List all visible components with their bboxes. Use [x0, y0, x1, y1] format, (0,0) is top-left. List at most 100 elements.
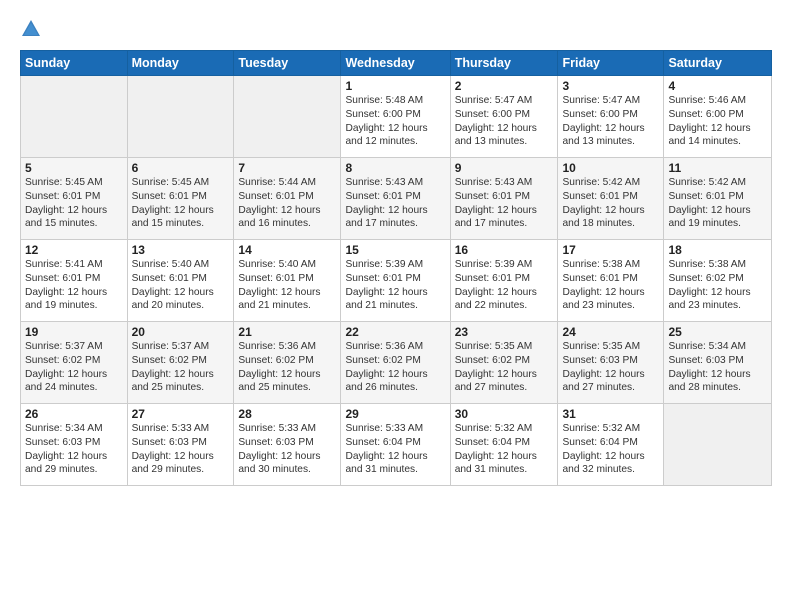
calendar-week-row: 5Sunrise: 5:45 AM Sunset: 6:01 PM Daylig…	[21, 158, 772, 240]
calendar-cell: 15Sunrise: 5:39 AM Sunset: 6:01 PM Dayli…	[341, 240, 450, 322]
calendar-cell: 25Sunrise: 5:34 AM Sunset: 6:03 PM Dayli…	[664, 322, 772, 404]
cell-info: Sunrise: 5:32 AM Sunset: 6:04 PM Dayligh…	[455, 422, 554, 477]
calendar-cell: 26Sunrise: 5:34 AM Sunset: 6:03 PM Dayli…	[21, 404, 128, 486]
day-number: 29	[345, 407, 445, 421]
calendar-header-row: SundayMondayTuesdayWednesdayThursdayFrid…	[21, 51, 772, 76]
cell-info: Sunrise: 5:37 AM Sunset: 6:02 PM Dayligh…	[132, 340, 230, 395]
day-number: 20	[132, 325, 230, 339]
cell-info: Sunrise: 5:33 AM Sunset: 6:04 PM Dayligh…	[345, 422, 445, 477]
day-number: 16	[455, 243, 554, 257]
calendar-week-row: 1Sunrise: 5:48 AM Sunset: 6:00 PM Daylig…	[21, 76, 772, 158]
cell-info: Sunrise: 5:48 AM Sunset: 6:00 PM Dayligh…	[345, 94, 445, 149]
day-number: 12	[25, 243, 123, 257]
calendar-cell: 13Sunrise: 5:40 AM Sunset: 6:01 PM Dayli…	[127, 240, 234, 322]
calendar-day-header: Sunday	[21, 51, 128, 76]
cell-info: Sunrise: 5:35 AM Sunset: 6:03 PM Dayligh…	[562, 340, 659, 395]
calendar-cell	[21, 76, 128, 158]
cell-info: Sunrise: 5:34 AM Sunset: 6:03 PM Dayligh…	[668, 340, 767, 395]
calendar-cell: 14Sunrise: 5:40 AM Sunset: 6:01 PM Dayli…	[234, 240, 341, 322]
calendar-week-row: 19Sunrise: 5:37 AM Sunset: 6:02 PM Dayli…	[21, 322, 772, 404]
day-number: 17	[562, 243, 659, 257]
day-number: 27	[132, 407, 230, 421]
calendar-cell	[127, 76, 234, 158]
calendar-cell: 3Sunrise: 5:47 AM Sunset: 6:00 PM Daylig…	[558, 76, 664, 158]
calendar-week-row: 12Sunrise: 5:41 AM Sunset: 6:01 PM Dayli…	[21, 240, 772, 322]
calendar-cell: 20Sunrise: 5:37 AM Sunset: 6:02 PM Dayli…	[127, 322, 234, 404]
day-number: 8	[345, 161, 445, 175]
cell-info: Sunrise: 5:39 AM Sunset: 6:01 PM Dayligh…	[345, 258, 445, 313]
day-number: 3	[562, 79, 659, 93]
calendar-cell: 11Sunrise: 5:42 AM Sunset: 6:01 PM Dayli…	[664, 158, 772, 240]
logo	[20, 18, 46, 40]
cell-info: Sunrise: 5:45 AM Sunset: 6:01 PM Dayligh…	[25, 176, 123, 231]
cell-info: Sunrise: 5:41 AM Sunset: 6:01 PM Dayligh…	[25, 258, 123, 313]
day-number: 9	[455, 161, 554, 175]
day-number: 30	[455, 407, 554, 421]
cell-info: Sunrise: 5:35 AM Sunset: 6:02 PM Dayligh…	[455, 340, 554, 395]
day-number: 23	[455, 325, 554, 339]
calendar-cell: 12Sunrise: 5:41 AM Sunset: 6:01 PM Dayli…	[21, 240, 128, 322]
calendar-cell: 17Sunrise: 5:38 AM Sunset: 6:01 PM Dayli…	[558, 240, 664, 322]
calendar-day-header: Thursday	[450, 51, 558, 76]
calendar-cell: 6Sunrise: 5:45 AM Sunset: 6:01 PM Daylig…	[127, 158, 234, 240]
day-number: 5	[25, 161, 123, 175]
calendar-week-row: 26Sunrise: 5:34 AM Sunset: 6:03 PM Dayli…	[21, 404, 772, 486]
calendar-cell: 19Sunrise: 5:37 AM Sunset: 6:02 PM Dayli…	[21, 322, 128, 404]
calendar-cell: 30Sunrise: 5:32 AM Sunset: 6:04 PM Dayli…	[450, 404, 558, 486]
cell-info: Sunrise: 5:46 AM Sunset: 6:00 PM Dayligh…	[668, 94, 767, 149]
calendar-cell: 29Sunrise: 5:33 AM Sunset: 6:04 PM Dayli…	[341, 404, 450, 486]
day-number: 31	[562, 407, 659, 421]
day-number: 10	[562, 161, 659, 175]
calendar-day-header: Wednesday	[341, 51, 450, 76]
cell-info: Sunrise: 5:40 AM Sunset: 6:01 PM Dayligh…	[132, 258, 230, 313]
day-number: 18	[668, 243, 767, 257]
cell-info: Sunrise: 5:32 AM Sunset: 6:04 PM Dayligh…	[562, 422, 659, 477]
cell-info: Sunrise: 5:39 AM Sunset: 6:01 PM Dayligh…	[455, 258, 554, 313]
day-number: 7	[238, 161, 336, 175]
cell-info: Sunrise: 5:47 AM Sunset: 6:00 PM Dayligh…	[562, 94, 659, 149]
calendar-cell: 23Sunrise: 5:35 AM Sunset: 6:02 PM Dayli…	[450, 322, 558, 404]
cell-info: Sunrise: 5:47 AM Sunset: 6:00 PM Dayligh…	[455, 94, 554, 149]
cell-info: Sunrise: 5:40 AM Sunset: 6:01 PM Dayligh…	[238, 258, 336, 313]
cell-info: Sunrise: 5:34 AM Sunset: 6:03 PM Dayligh…	[25, 422, 123, 477]
calendar-cell: 7Sunrise: 5:44 AM Sunset: 6:01 PM Daylig…	[234, 158, 341, 240]
calendar-cell: 10Sunrise: 5:42 AM Sunset: 6:01 PM Dayli…	[558, 158, 664, 240]
cell-info: Sunrise: 5:37 AM Sunset: 6:02 PM Dayligh…	[25, 340, 123, 395]
calendar-cell: 28Sunrise: 5:33 AM Sunset: 6:03 PM Dayli…	[234, 404, 341, 486]
calendar-cell: 31Sunrise: 5:32 AM Sunset: 6:04 PM Dayli…	[558, 404, 664, 486]
calendar-cell: 2Sunrise: 5:47 AM Sunset: 6:00 PM Daylig…	[450, 76, 558, 158]
calendar-cell: 18Sunrise: 5:38 AM Sunset: 6:02 PM Dayli…	[664, 240, 772, 322]
calendar-cell: 1Sunrise: 5:48 AM Sunset: 6:00 PM Daylig…	[341, 76, 450, 158]
calendar-day-header: Monday	[127, 51, 234, 76]
cell-info: Sunrise: 5:38 AM Sunset: 6:01 PM Dayligh…	[562, 258, 659, 313]
calendar-day-header: Tuesday	[234, 51, 341, 76]
day-number: 4	[668, 79, 767, 93]
calendar: SundayMondayTuesdayWednesdayThursdayFrid…	[20, 50, 772, 486]
day-number: 19	[25, 325, 123, 339]
cell-info: Sunrise: 5:36 AM Sunset: 6:02 PM Dayligh…	[345, 340, 445, 395]
day-number: 26	[25, 407, 123, 421]
day-number: 22	[345, 325, 445, 339]
cell-info: Sunrise: 5:44 AM Sunset: 6:01 PM Dayligh…	[238, 176, 336, 231]
calendar-cell: 5Sunrise: 5:45 AM Sunset: 6:01 PM Daylig…	[21, 158, 128, 240]
calendar-day-header: Friday	[558, 51, 664, 76]
day-number: 2	[455, 79, 554, 93]
calendar-day-header: Saturday	[664, 51, 772, 76]
calendar-cell: 27Sunrise: 5:33 AM Sunset: 6:03 PM Dayli…	[127, 404, 234, 486]
cell-info: Sunrise: 5:45 AM Sunset: 6:01 PM Dayligh…	[132, 176, 230, 231]
day-number: 6	[132, 161, 230, 175]
cell-info: Sunrise: 5:38 AM Sunset: 6:02 PM Dayligh…	[668, 258, 767, 313]
day-number: 25	[668, 325, 767, 339]
cell-info: Sunrise: 5:36 AM Sunset: 6:02 PM Dayligh…	[238, 340, 336, 395]
cell-info: Sunrise: 5:43 AM Sunset: 6:01 PM Dayligh…	[455, 176, 554, 231]
day-number: 13	[132, 243, 230, 257]
calendar-cell: 22Sunrise: 5:36 AM Sunset: 6:02 PM Dayli…	[341, 322, 450, 404]
calendar-cell: 9Sunrise: 5:43 AM Sunset: 6:01 PM Daylig…	[450, 158, 558, 240]
day-number: 21	[238, 325, 336, 339]
cell-info: Sunrise: 5:43 AM Sunset: 6:01 PM Dayligh…	[345, 176, 445, 231]
day-number: 1	[345, 79, 445, 93]
calendar-cell: 24Sunrise: 5:35 AM Sunset: 6:03 PM Dayli…	[558, 322, 664, 404]
day-number: 24	[562, 325, 659, 339]
cell-info: Sunrise: 5:33 AM Sunset: 6:03 PM Dayligh…	[132, 422, 230, 477]
day-number: 11	[668, 161, 767, 175]
